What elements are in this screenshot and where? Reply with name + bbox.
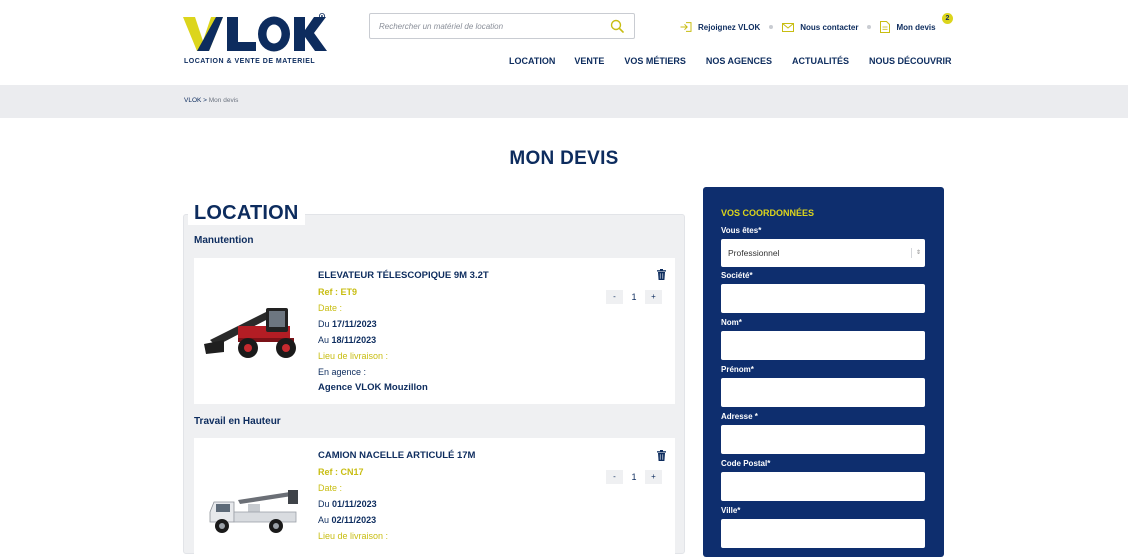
contact-form-panel: VOS COORDONNÉES Vous êtes* Professionnel…: [703, 187, 944, 557]
company-field[interactable]: [721, 284, 925, 313]
increase-button[interactable]: +: [645, 470, 662, 484]
quantity-value[interactable]: 1: [623, 472, 645, 482]
delivery-label: Lieu de livraison :: [318, 351, 389, 361]
category-title: Manutention: [194, 235, 254, 246]
quote-count-badge: 2: [942, 13, 953, 24]
mail-icon: [782, 22, 795, 32]
top-links: Rejoignez VLOK Nous contacter Mon devis: [680, 18, 936, 36]
quote-link[interactable]: Mon devis: [880, 21, 936, 33]
delivery-label: Lieu de livraison :: [318, 531, 389, 541]
date-from: Du 01/11/2023: [318, 499, 377, 509]
search-bar: [369, 13, 635, 39]
nav-actualites[interactable]: ACTUALITÉS: [792, 56, 849, 66]
nav-location[interactable]: LOCATION: [509, 56, 555, 66]
join-link[interactable]: Rejoignez VLOK: [680, 22, 760, 32]
sign-in-icon: [680, 22, 692, 32]
item-details: CAMION NACELLE ARTICULÉ 17M Ref : CN17 D…: [318, 448, 475, 544]
customer-type-select[interactable]: Professionnel ⇕: [721, 239, 925, 267]
select-arrows-icon: ⇕: [911, 248, 921, 258]
item-ref: Ref : ET9: [318, 287, 358, 297]
quantity-value[interactable]: 1: [623, 292, 645, 302]
increase-button[interactable]: +: [645, 290, 662, 304]
zip-field[interactable]: [721, 472, 925, 501]
decrease-button[interactable]: -: [606, 470, 623, 484]
category-title: Travail en Hauteur: [194, 416, 281, 427]
location-section-title: LOCATION: [188, 202, 305, 225]
item-ref: Ref : CN17: [318, 467, 364, 477]
date-to: Au 18/11/2023: [318, 335, 377, 345]
page-title: MON DEVIS: [509, 148, 619, 169]
date-to: Au 02/11/2023: [318, 515, 377, 525]
breadcrumb-bar: VLOK > Mon devis: [0, 85, 1128, 118]
lastname-field[interactable]: [721, 331, 925, 360]
nav-agences[interactable]: NOS AGENCES: [706, 56, 772, 66]
customer-type-value: Professionnel: [728, 248, 780, 258]
quote-item-card: CAMION NACELLE ARTICULÉ 17M Ref : CN17 D…: [194, 438, 675, 558]
lastname-label: Nom*: [721, 318, 742, 327]
breadcrumb-home[interactable]: VLOK: [184, 97, 201, 104]
search-icon[interactable]: [610, 19, 624, 33]
telehandler-image: [204, 308, 296, 358]
breadcrumb: VLOK > Mon devis: [184, 97, 238, 104]
address-label: Adresse *: [721, 412, 758, 421]
firstname-field[interactable]: [721, 378, 925, 407]
join-link-label: Rejoignez VLOK: [698, 22, 761, 32]
site-header: R LOCATION & VENTE DE MATERIEL Rejoignez…: [0, 0, 1128, 85]
decrease-button[interactable]: -: [606, 290, 623, 304]
logo-tagline: LOCATION & VENTE DE MATERIEL: [184, 58, 316, 65]
quantity-stepper: - 1 +: [606, 290, 662, 304]
nav-metiers[interactable]: VOS MÉTIERS: [624, 56, 686, 66]
aerial-truck-image: [209, 490, 298, 533]
date-label: Date :: [318, 483, 343, 493]
company-label: Société*: [721, 271, 753, 280]
document-icon: [880, 21, 891, 33]
trash-icon[interactable]: [657, 450, 666, 461]
main-nav: LOCATION VENTE VOS MÉTIERS NOS AGENCES A…: [509, 56, 952, 66]
city-label: Ville*: [721, 506, 741, 515]
quote-item-card: ELEVATEUR TÉLESCOPIQUE 9M 3.2T Ref : ET9…: [194, 258, 675, 404]
separator-dot: [769, 25, 774, 29]
search-input[interactable]: [370, 14, 600, 38]
item-name[interactable]: CAMION NACELLE ARTICULÉ 17M: [318, 448, 475, 464]
item-details: ELEVATEUR TÉLESCOPIQUE 9M 3.2T Ref : ET9…: [318, 268, 489, 396]
form-title: VOS COORDONNÉES: [721, 208, 815, 218]
breadcrumb-current: Mon devis: [208, 97, 239, 104]
address-field[interactable]: [721, 425, 925, 454]
firstname-label: Prénom*: [721, 365, 754, 374]
quantity-stepper: - 1 +: [606, 470, 662, 484]
quote-link-label: Mon devis: [896, 22, 936, 32]
agency-name: Agence VLOK Mouzillon: [318, 382, 428, 393]
contact-link-label: Nous contacter: [800, 22, 859, 32]
date-label: Date :: [318, 303, 343, 313]
separator-dot: [867, 25, 872, 29]
contact-link[interactable]: Nous contacter: [782, 22, 859, 32]
delivery-mode: En agence :: [318, 367, 367, 377]
breadcrumb-separator: >: [203, 97, 207, 104]
nav-vente[interactable]: VENTE: [574, 56, 604, 66]
city-field[interactable]: [721, 519, 925, 548]
customer-type-label: Vous êtes*: [721, 226, 762, 235]
trash-icon[interactable]: [657, 269, 666, 280]
zip-label: Code Postal*: [721, 459, 771, 468]
item-name[interactable]: ELEVATEUR TÉLESCOPIQUE 9M 3.2T: [318, 268, 489, 284]
nav-decouvrir[interactable]: NOUS DÉCOUVRIR: [869, 56, 952, 66]
date-from: Du 17/11/2023: [318, 319, 377, 329]
